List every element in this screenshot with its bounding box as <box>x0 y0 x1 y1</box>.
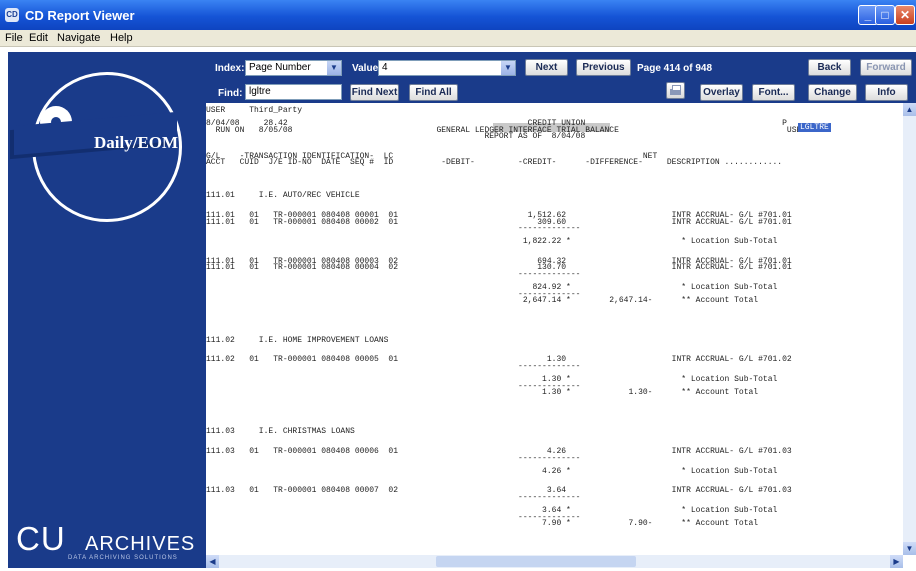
archives-logo: ARCHIVES <box>85 533 196 555</box>
next-button[interactable]: Next <box>525 59 568 76</box>
font-button[interactable]: Font... <box>752 84 795 101</box>
report-line: ------------- <box>206 270 581 279</box>
report-line: 111.01 I.E. AUTO/REC VEHICLE <box>206 191 360 201</box>
title-bar[interactable]: CD CD Report Viewer _ □ ✕ <box>0 0 916 30</box>
find-all-button[interactable]: Find All <box>409 84 458 101</box>
scroll-right-icon[interactable]: ▶ <box>890 555 903 568</box>
window-title: CD Report Viewer <box>25 8 135 23</box>
vertical-scrollbar[interactable]: ▲ ▼ <box>903 103 916 555</box>
report-line: 1,822.22 * * Location Sub-Total <box>206 237 778 247</box>
menu-file[interactable]: File <box>5 32 23 44</box>
report-line: ------------- <box>206 493 581 503</box>
scroll-left-icon[interactable]: ◀ <box>206 555 219 568</box>
report-line: 4.26 * * Location Sub-Total <box>206 466 778 476</box>
menu-help[interactable]: Help <box>110 32 133 44</box>
back-button[interactable]: Back <box>808 59 851 76</box>
menu-edit[interactable]: Edit <box>29 32 48 44</box>
overlay-button[interactable]: Overlay <box>700 84 743 101</box>
report-line: 111.03 I.E. CHRISTMAS LOANS <box>206 427 355 437</box>
find-label: Find: <box>218 88 243 99</box>
previous-button[interactable]: Previous <box>576 59 631 76</box>
page-info: Page 414 of 948 <box>637 63 713 74</box>
report-line: ------------- <box>206 453 581 463</box>
scroll-up-icon[interactable]: ▲ <box>903 103 916 116</box>
change-button[interactable]: Change <box>808 84 857 101</box>
report-line: 7.90 * 7.90- ** Account Total <box>206 519 759 529</box>
scroll-thumb[interactable] <box>436 556 636 567</box>
horizontal-scrollbar[interactable]: ◀ ▶ <box>206 555 903 568</box>
menu-bar: File Edit Navigate Help <box>0 30 916 47</box>
scroll-down-icon[interactable]: ▼ <box>903 542 916 555</box>
report-line: ------------- <box>206 361 581 371</box>
report-view[interactable]: USER Third_Party 8/04/08 28.42 CREDIT UNI… <box>206 103 903 555</box>
find-next-button[interactable]: Find Next <box>350 84 399 101</box>
value-input-text: 4 <box>382 62 388 73</box>
report-line: ------------- <box>206 224 581 234</box>
find-input[interactable]: lgltre <box>245 84 342 100</box>
report-line: 1.30 * 1.30- ** Account Total <box>206 388 759 398</box>
report-line: 111.02 I.E. HOME IMPROVEMENT LOANS <box>206 335 389 345</box>
app-icon: CD <box>5 8 19 22</box>
report-line: 2,647.14 * 2,647.14- ** Account Total <box>206 296 759 306</box>
report-line: USER Third_Party <box>206 106 303 115</box>
print-icon[interactable] <box>666 82 685 99</box>
index-select-value: Page Number <box>249 62 311 73</box>
brand-logo-text: Daily/EOM <box>94 133 179 152</box>
report-line: ACCT CUID J/E ID-NO DATE SEQ # ID -DEBIT… <box>206 158 783 168</box>
menu-navigate[interactable]: Navigate <box>57 32 100 44</box>
index-label: Index: <box>215 63 245 74</box>
value-label: Value <box>352 63 379 74</box>
value-input[interactable]: 4 ▼ <box>378 60 516 76</box>
report-line: REPORT AS OF 8/04/08 <box>206 132 586 142</box>
maximize-icon[interactable]: □ <box>875 5 895 25</box>
cu-logo: CU <box>16 520 66 557</box>
info-button[interactable]: Info <box>865 84 908 101</box>
chevron-down-icon[interactable]: ▼ <box>501 61 515 75</box>
brand-panel: Daily/EOM CU ARCHIVES DATA ARCHIVING SOL… <box>8 52 206 568</box>
close-icon[interactable]: ✕ <box>895 5 915 25</box>
index-select[interactable]: Page Number ▼ <box>245 60 342 76</box>
tagline: DATA ARCHIVING SOLUTIONS <box>68 555 178 561</box>
forward-button[interactable]: Forward <box>860 59 912 76</box>
search-highlight: LGLTRE <box>798 123 831 132</box>
chevron-down-icon[interactable]: ▼ <box>327 61 341 75</box>
